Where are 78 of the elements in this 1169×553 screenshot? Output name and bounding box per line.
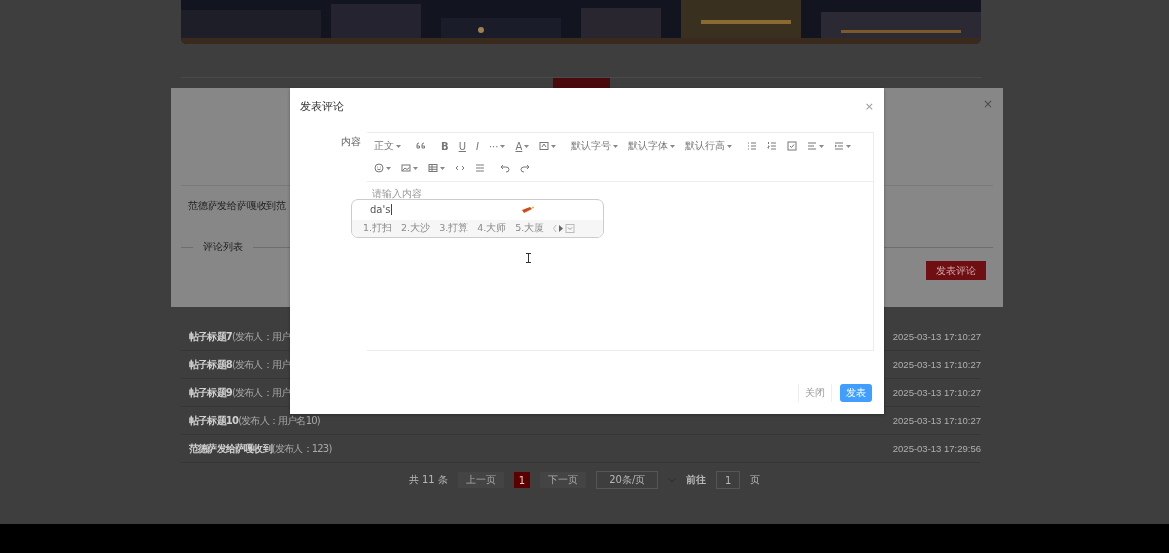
caret-icon — [500, 144, 506, 148]
post-author: (发布人：用户 — [231, 357, 291, 372]
post-author: (发布人：123) — [271, 441, 332, 456]
post-title[interactable]: 范德萨发给萨嘎收到 — [189, 441, 272, 456]
post-comment-button[interactable]: 发表评论 — [926, 261, 986, 280]
caret-icon — [727, 144, 733, 148]
close-button[interactable]: 关闭 — [798, 384, 832, 402]
post-time: 2025-03-13 17:10:27 — [892, 331, 981, 342]
dialog-title: 发表评论 — [300, 98, 344, 114]
caret-icon — [386, 166, 391, 170]
ime-candidate[interactable]: 3.打算 — [439, 221, 469, 235]
post-time: 2025-03-13 17:10:27 — [892, 359, 981, 370]
ime-candidate[interactable]: 4.大师 — [477, 221, 507, 235]
caret-icon — [670, 144, 676, 148]
toolbar-button[interactable] — [425, 163, 448, 173]
post-title[interactable]: 帖子标题9 — [189, 385, 232, 400]
post-content: 范德萨发给萨嘎收到范 — [188, 199, 286, 213]
post-time: 2025-03-13 17:10:27 — [892, 387, 981, 398]
horizontal-rule-icon — [475, 163, 485, 173]
toolbar-button[interactable]: I — [472, 140, 482, 152]
caret-icon — [846, 144, 852, 148]
post-time: 2025-03-13 17:10:27 — [892, 415, 981, 426]
field-label: 内容 — [340, 135, 361, 149]
toolbar-button[interactable]: 默认字体 — [625, 139, 679, 153]
redo-icon — [520, 163, 530, 173]
caret-icon — [613, 144, 619, 148]
code-icon — [455, 163, 465, 173]
toolbar-button[interactable]: ··· — [485, 140, 509, 152]
post-title[interactable]: 帖子标题8 — [189, 357, 232, 372]
ime-input-text: da's — [370, 204, 393, 216]
goto-label: 前往 — [686, 473, 707, 487]
caret-icon — [551, 144, 557, 148]
brush-icon[interactable] — [522, 206, 535, 214]
image-icon — [401, 163, 411, 173]
page-input[interactable]: 1 — [716, 471, 741, 489]
toolbar-button[interactable]: A — [512, 140, 533, 152]
toolbar-button[interactable]: B — [438, 140, 452, 152]
text-cursor-icon — [526, 253, 531, 263]
ime-candidate[interactable]: 5.大厦 — [515, 221, 545, 235]
active-tab-edge — [552, 78, 610, 88]
toolbar-button[interactable]: 默认字号 — [568, 139, 622, 153]
close-icon[interactable]: × — [864, 99, 874, 113]
bullet-list-icon — [747, 141, 758, 151]
checkbox-icon — [787, 141, 798, 151]
quote-icon — [416, 141, 426, 151]
caret-icon — [413, 166, 418, 170]
caret-icon — [819, 144, 825, 148]
post-time: 2025-03-13 17:29:56 — [892, 443, 981, 454]
editor-placeholder: 请输入内容 — [371, 187, 423, 201]
toolbar-button[interactable]: U — [455, 140, 469, 152]
total-count: 共 11 条 — [408, 473, 448, 487]
caret-icon — [524, 144, 530, 148]
indent-icon — [834, 141, 845, 151]
submit-button[interactable]: 发表 — [840, 384, 872, 402]
highlight-icon — [539, 141, 550, 151]
numbered-list-icon — [767, 141, 778, 151]
table-icon — [428, 163, 438, 173]
smiley-icon — [374, 163, 384, 173]
post-author: (发布人：用户 — [231, 329, 291, 344]
close-icon[interactable]: × — [982, 97, 993, 111]
section-title: 评论列表 — [203, 240, 243, 254]
post-title[interactable]: 帖子标题10 — [189, 413, 239, 428]
toolbar-button[interactable] — [371, 163, 394, 173]
toolbar-button[interactable]: 默认行高 — [682, 139, 736, 153]
post-author: (发布人：用户 — [231, 385, 291, 400]
ime-candidate[interactable]: 2.大沙 — [401, 221, 431, 235]
toolbar-button[interactable]: 正文 — [371, 139, 404, 153]
caret-icon — [396, 144, 401, 148]
page-number[interactable]: 1 — [513, 472, 531, 488]
post-title[interactable]: 帖子标题7 — [189, 329, 232, 344]
align-icon — [807, 141, 818, 151]
post-author: (发布人：用户名10) — [238, 413, 320, 428]
page-size-select[interactable]: 20条/页 — [596, 471, 659, 489]
undo-icon — [500, 163, 510, 173]
toolbar-button[interactable] — [398, 163, 421, 173]
caret-icon — [440, 166, 445, 170]
page-arrows-icon[interactable] — [553, 223, 576, 233]
page-suffix: 页 — [750, 473, 761, 487]
